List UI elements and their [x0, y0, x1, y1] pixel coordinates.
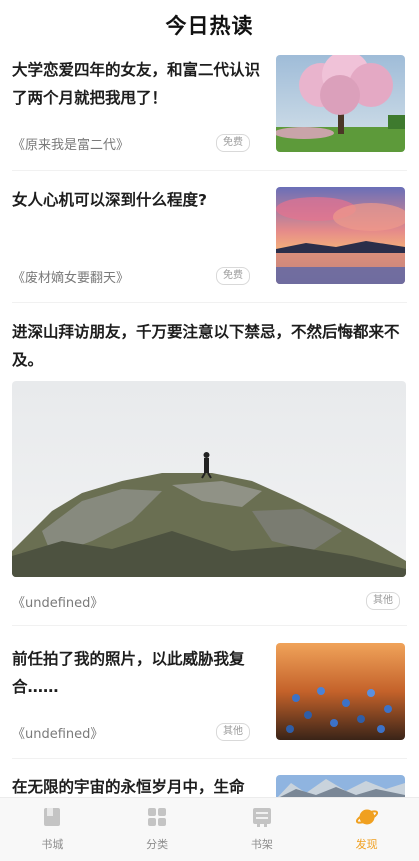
article-thumbnail[interactable] — [276, 643, 405, 740]
article-source: 《undefined》 — [12, 727, 104, 742]
divider — [12, 758, 407, 759]
article-title[interactable]: 进深山拜访朋友，千万要注意以下禁忌，不然后悔都来不及。 — [12, 318, 408, 374]
article-thumbnail[interactable] — [276, 55, 405, 152]
tab-bookstore[interactable]: 书城 — [0, 798, 105, 861]
tab-discover[interactable]: 发现 — [314, 798, 419, 861]
page-title: 今日热读 — [165, 14, 254, 38]
tab-label: 分类 — [146, 838, 169, 851]
tab-bookshelf[interactable]: 书架 — [210, 798, 315, 861]
article-title[interactable]: 大学恋爱四年的女友，和富二代认识了两个月就把我甩了！ — [12, 56, 262, 112]
grid-icon — [148, 808, 167, 826]
article-source: 《undefined》 — [12, 596, 104, 611]
article-image[interactable] — [12, 381, 406, 577]
tab-label: 发现 — [355, 838, 378, 851]
price-badge: 免费 — [216, 134, 250, 152]
bottom-tab-bar: 书城 分类 书架 发现 — [0, 797, 419, 861]
divider — [12, 170, 407, 171]
tab-label: 书架 — [250, 838, 273, 851]
book-icon — [44, 808, 61, 826]
article-title[interactable]: 女人心机可以深到什么程度? — [12, 186, 262, 214]
planet-icon — [355, 809, 378, 825]
tab-categories[interactable]: 分类 — [105, 798, 210, 861]
article-title[interactable]: 前任拍了我的照片，以此威胁我复合…… — [12, 645, 262, 701]
price-badge: 免费 — [216, 267, 250, 285]
divider — [12, 625, 407, 626]
category-badge: 其他 — [366, 592, 400, 610]
article-thumbnail[interactable] — [276, 187, 405, 284]
article-source: 《废材嫡女要翻天》 — [12, 271, 130, 286]
tab-label: 书城 — [41, 838, 64, 851]
divider — [12, 302, 407, 303]
category-badge: 其他 — [216, 723, 250, 741]
article-thumbnail[interactable] — [276, 775, 405, 799]
bookshelf-icon — [252, 808, 271, 827]
article-source: 《原来我是富二代》 — [12, 138, 130, 153]
